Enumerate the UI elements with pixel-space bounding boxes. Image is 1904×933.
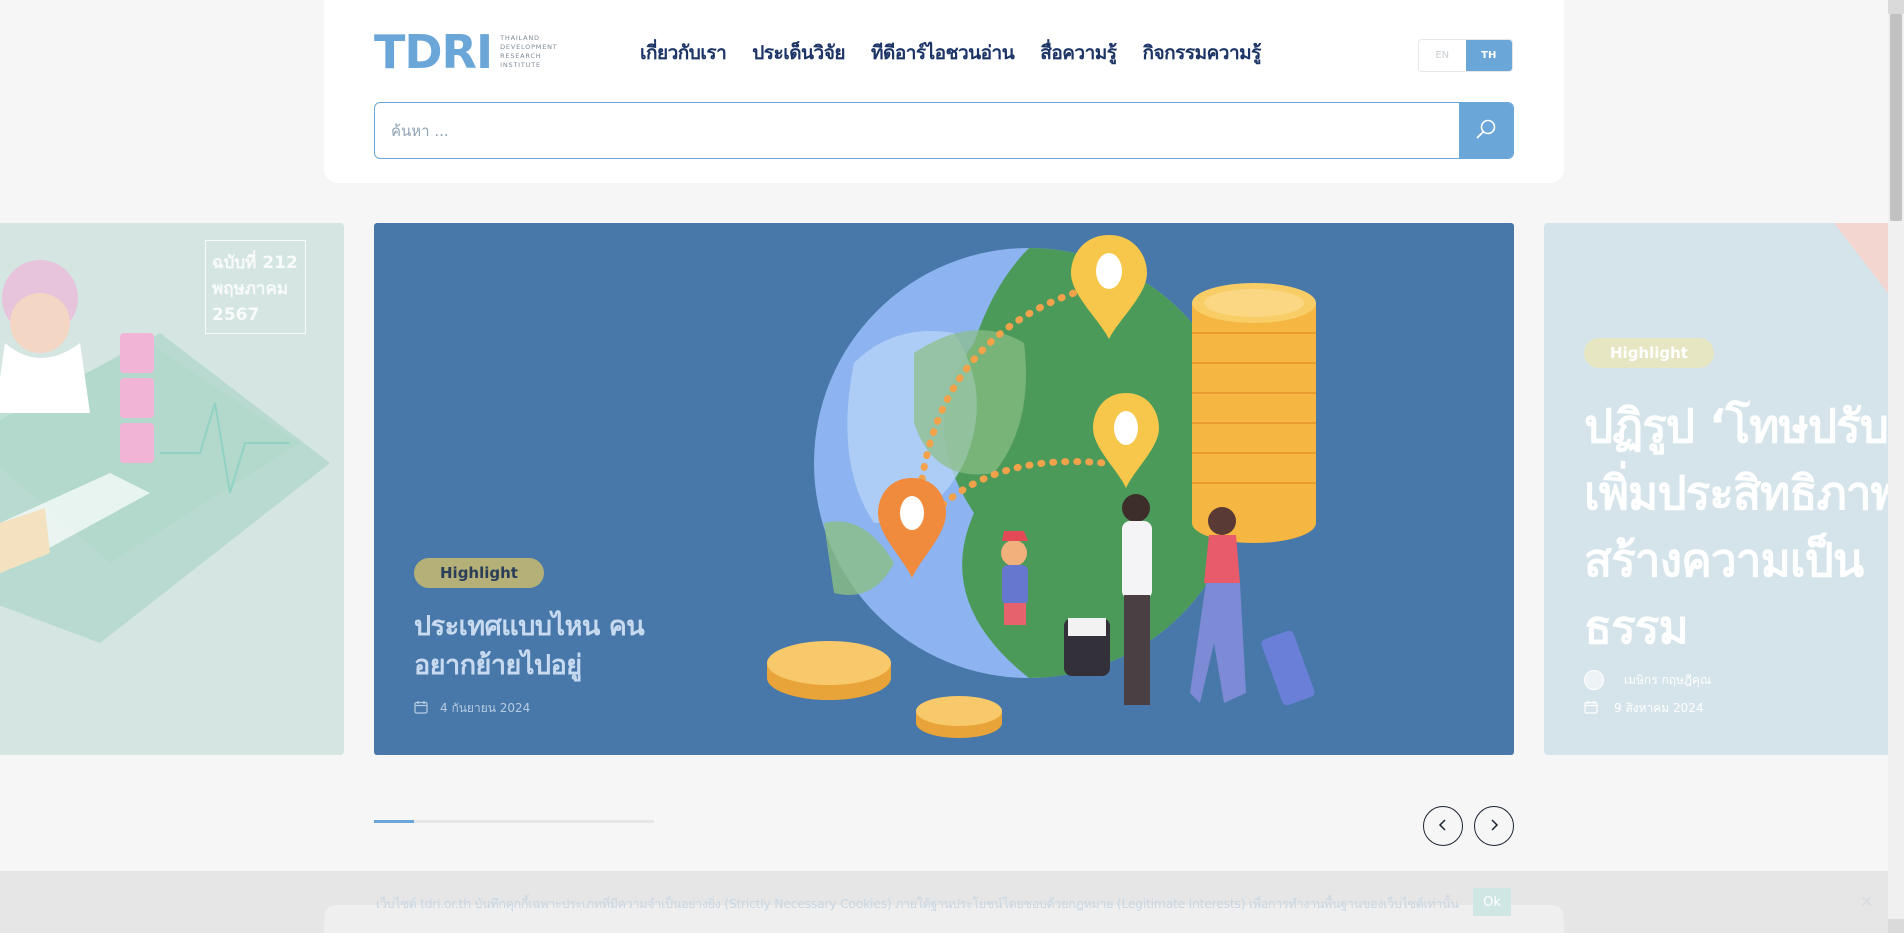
carousel-slide-prev[interactable]: ฉบับที่ 212 พฤษภาคม 2567 bbox=[0, 223, 344, 755]
highlight-badge: Highlight bbox=[1584, 338, 1714, 368]
main-nav: เกี่ยวกับเรา ประเด็นวิจัย ทีดีอาร์ไอชวนอ… bbox=[640, 38, 1261, 68]
carousel-dot[interactable] bbox=[574, 820, 614, 823]
scroll-thumb[interactable] bbox=[1890, 14, 1902, 221]
nav-item-knowledge-media[interactable]: สื่อความรู้ bbox=[1040, 38, 1117, 68]
slide-date: 9 สิงหาคม 2024 bbox=[1584, 699, 1704, 718]
author-avatar bbox=[1584, 670, 1604, 690]
nav-item-about[interactable]: เกี่ยวกับเรา bbox=[640, 38, 727, 68]
carousel-slide-active[interactable]: Highlight ประเทศแบบไหน คนอยากย้ายไปอยู่ … bbox=[374, 223, 1514, 755]
nav-item-research-topics[interactable]: ประเด็นวิจัย bbox=[752, 38, 845, 68]
logo-mark: TDRI bbox=[374, 25, 493, 79]
language-switcher: EN TH bbox=[1418, 39, 1513, 72]
highlight-badge: Highlight bbox=[414, 558, 544, 588]
slide-author: เมษิกร กฤษฎีคุณ bbox=[1584, 670, 1711, 690]
carousel-next-button[interactable] bbox=[1474, 806, 1514, 846]
nav-item-tdri-reads[interactable]: ทีดีอาร์ไอชวนอ่าน bbox=[871, 38, 1015, 68]
carousel-dot[interactable] bbox=[414, 820, 454, 823]
search-icon bbox=[1475, 118, 1497, 144]
carousel-dot[interactable] bbox=[534, 820, 574, 823]
lang-th-button[interactable]: TH bbox=[1465, 40, 1512, 71]
slide-date-text: 9 สิงหาคม 2024 bbox=[1614, 701, 1704, 715]
carousel-progress bbox=[374, 820, 654, 823]
search-input[interactable] bbox=[375, 103, 1459, 158]
slide-title[interactable]: ประเทศแบบไหน คนอยากย้ายไปอยู่ bbox=[414, 607, 674, 685]
search-button[interactable] bbox=[1459, 103, 1513, 158]
slide-title[interactable]: ปฏิรูป ‘โทษปรับ เพิ่มประสิทธิภาพ สร้างคว… bbox=[1584, 393, 1888, 661]
page-scrollbar[interactable] bbox=[1888, 0, 1904, 933]
scroll-up-arrow[interactable] bbox=[1888, 0, 1904, 14]
carousel-dot[interactable] bbox=[374, 820, 414, 823]
close-icon[interactable]: ✕ bbox=[1860, 892, 1873, 911]
calendar-icon bbox=[414, 700, 428, 717]
carousel-dot[interactable] bbox=[614, 820, 654, 823]
issue-label-box: ฉบับที่ 212 พฤษภาคม 2567 bbox=[205, 240, 306, 334]
scroll-down-arrow[interactable] bbox=[1888, 919, 1904, 933]
calendar-icon bbox=[1584, 700, 1598, 717]
lang-en-button[interactable]: EN bbox=[1419, 40, 1466, 71]
carousel-dot[interactable] bbox=[454, 820, 494, 823]
author-name[interactable]: เมษิกร กฤษฎีคุณ bbox=[1624, 671, 1711, 690]
cookie-ok-button[interactable]: Ok bbox=[1473, 888, 1511, 916]
slide-date-text: 4 กันยายน 2024 bbox=[440, 701, 531, 715]
carousel-prev-button[interactable] bbox=[1423, 806, 1463, 846]
carousel-slide-next[interactable]: Highlight ปฏิรูป ‘โทษปรับ เพิ่มประสิทธิภ… bbox=[1544, 223, 1888, 755]
tdri-logo[interactable]: TDRI THAILAND DEVELOPMENT RESEARCH INSTI… bbox=[374, 25, 558, 79]
chevron-right-icon bbox=[1487, 818, 1501, 835]
carousel-dot[interactable] bbox=[494, 820, 534, 823]
search-bar bbox=[374, 102, 1514, 159]
cookie-text: เว็บไซต์ tdri.or.th บันทึกคุกกี้เฉพาะประ… bbox=[376, 896, 1459, 911]
nav-item-knowledge-activities[interactable]: กิจกรรมความรู้ bbox=[1143, 38, 1262, 68]
slide-date: 4 กันยายน 2024 bbox=[414, 699, 530, 718]
chevron-left-icon bbox=[1436, 818, 1450, 835]
logo-subtitle: THAILAND DEVELOPMENT RESEARCH INSTITUTE bbox=[500, 34, 558, 69]
